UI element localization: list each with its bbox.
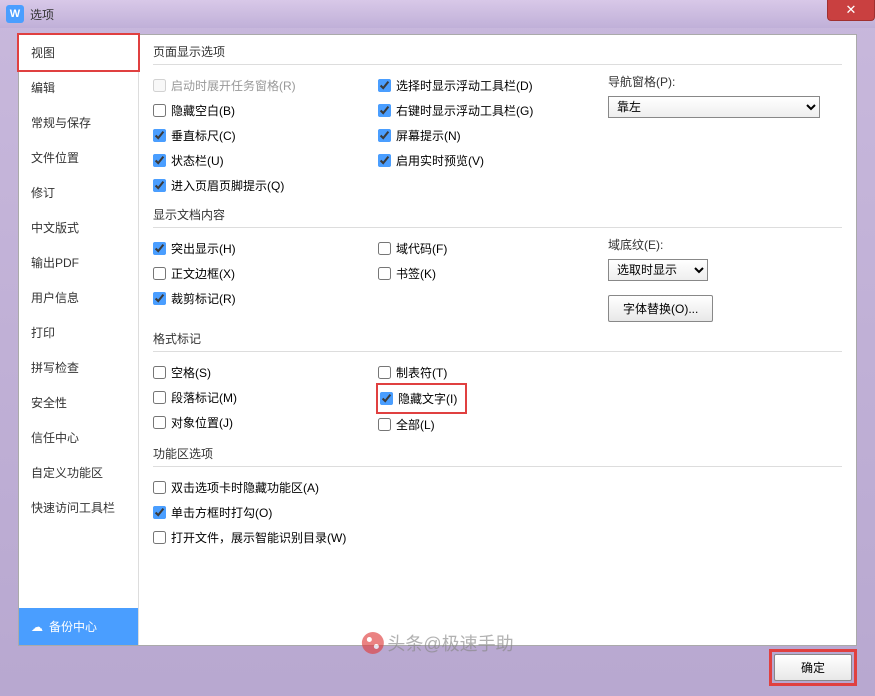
settings-panel: 页面显示选项 启动时展开任务窗格(R) 隐藏空白(B) 垂直标尺(C) 状态栏(… — [139, 35, 856, 645]
chk-startup-taskpane[interactable]: 启动时展开任务窗格(R) — [153, 73, 378, 98]
group-format-marks: 格式标记 空格(S) 段落标记(M) 对象位置(J) 制表符(T) 隐藏文字(I… — [153, 330, 842, 437]
chk-spaces[interactable]: 空格(S) — [153, 360, 378, 385]
field-shading-select[interactable]: 选取时显示 — [608, 259, 708, 281]
font-substitution-button[interactable]: 字体替换(O)... — [608, 295, 713, 322]
chk-selection-toolbar[interactable]: 选择时显示浮动工具栏(D) — [378, 73, 608, 98]
chk-highlight[interactable]: 突出显示(H) — [153, 236, 378, 261]
chk-vertical-ruler[interactable]: 垂直标尺(C) — [153, 123, 378, 148]
chk-statusbar[interactable]: 状态栏(U) — [153, 148, 378, 173]
chk-bookmarks[interactable]: 书签(K) — [378, 261, 608, 286]
chk-live-preview[interactable]: 启用实时预览(V) — [378, 148, 608, 173]
ok-button[interactable]: 确定 — [774, 654, 852, 681]
window-title: 选项 — [30, 6, 54, 23]
chk-dblclick-hide-ribbon[interactable]: 双击选项卡时隐藏功能区(A) — [153, 475, 842, 500]
chk-paragraph-marks[interactable]: 段落标记(M) — [153, 385, 378, 410]
chk-crop-marks[interactable]: 裁剪标记(R) — [153, 286, 378, 311]
titlebar: W 选项 ✕ — [0, 0, 875, 28]
sidebar-item-general[interactable]: 常规与保存 — [19, 105, 138, 140]
chk-hide-blank[interactable]: 隐藏空白(B) — [153, 98, 378, 123]
nav-pane-label: 导航窗格(P): — [608, 73, 842, 96]
sidebar-item-userinfo[interactable]: 用户信息 — [19, 280, 138, 315]
backup-button[interactable]: ☁ 备份中心 — [19, 608, 138, 645]
sidebar-item-trust[interactable]: 信任中心 — [19, 420, 138, 455]
close-button[interactable]: ✕ — [827, 0, 875, 21]
chk-text-border[interactable]: 正文边框(X) — [153, 261, 378, 286]
field-shading-label: 域底纹(E): — [608, 236, 842, 259]
sidebar-item-qat[interactable]: 快速访问工具栏 — [19, 490, 138, 525]
group-title: 功能区选项 — [153, 445, 842, 467]
sidebar-item-chinese[interactable]: 中文版式 — [19, 210, 138, 245]
group-title: 格式标记 — [153, 330, 842, 352]
chk-screentip[interactable]: 屏幕提示(N) — [378, 123, 608, 148]
chk-all[interactable]: 全部(L) — [378, 412, 608, 437]
sidebar-item-revision[interactable]: 修订 — [19, 175, 138, 210]
group-doc-content: 显示文档内容 突出显示(H) 正文边框(X) 裁剪标记(R) 域代码(F) 书签… — [153, 206, 842, 322]
sidebar-item-pdf[interactable]: 输出PDF — [19, 245, 138, 280]
sidebar: 视图 编辑 常规与保存 文件位置 修订 中文版式 输出PDF 用户信息 打印 拼… — [19, 35, 139, 645]
ok-button-highlight: 确定 — [769, 649, 857, 686]
sidebar-item-customribbon[interactable]: 自定义功能区 — [19, 455, 138, 490]
sidebar-item-security[interactable]: 安全性 — [19, 385, 138, 420]
chk-smart-toc[interactable]: 打开文件，展示智能识别目录(W) — [153, 525, 842, 550]
sidebar-item-print[interactable]: 打印 — [19, 315, 138, 350]
group-title: 显示文档内容 — [153, 206, 842, 228]
backup-icon: ☁ — [31, 620, 43, 634]
nav-pane-select[interactable]: 靠左 — [608, 96, 820, 118]
chk-hidden-text[interactable]: 隐藏文字(I) — [376, 383, 467, 414]
group-title: 页面显示选项 — [153, 43, 842, 65]
sidebar-item-filelocation[interactable]: 文件位置 — [19, 140, 138, 175]
sidebar-item-view[interactable]: 视图 — [17, 33, 140, 72]
chk-rightclick-toolbar[interactable]: 右键时显示浮动工具栏(G) — [378, 98, 608, 123]
backup-label: 备份中心 — [49, 618, 97, 635]
app-icon: W — [6, 5, 24, 23]
chk-click-check[interactable]: 单击方框时打勾(O) — [153, 500, 842, 525]
chk-header-footer-hint[interactable]: 进入页眉页脚提示(Q) — [153, 173, 378, 198]
chk-tabs[interactable]: 制表符(T) — [378, 360, 608, 385]
group-page-display: 页面显示选项 启动时展开任务窗格(R) 隐藏空白(B) 垂直标尺(C) 状态栏(… — [153, 43, 842, 198]
chk-field-codes[interactable]: 域代码(F) — [378, 236, 608, 261]
sidebar-item-spell[interactable]: 拼写检查 — [19, 350, 138, 385]
sidebar-item-edit[interactable]: 编辑 — [19, 70, 138, 105]
group-ribbon: 功能区选项 双击选项卡时隐藏功能区(A) 单击方框时打勾(O) 打开文件，展示智… — [153, 445, 842, 550]
close-icon: ✕ — [846, 2, 857, 18]
chk-object-position[interactable]: 对象位置(J) — [153, 410, 378, 435]
